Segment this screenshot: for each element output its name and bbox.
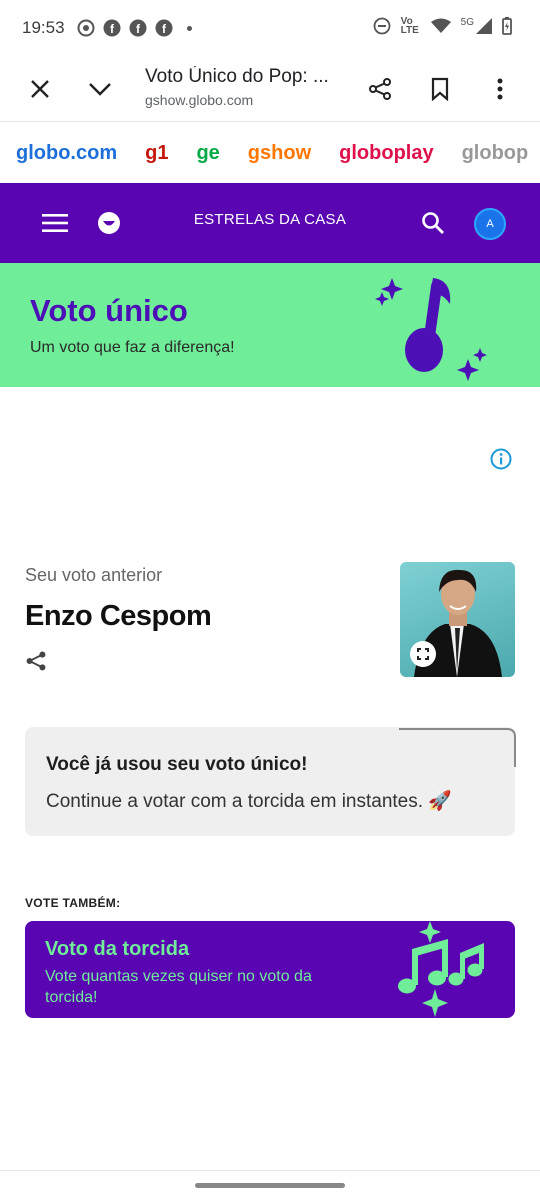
expand-photo-button[interactable] [410,641,436,667]
notice-message: Continue a votar com a torcida em instan… [46,791,452,812]
brand-link-gshow[interactable]: gshow [248,142,311,165]
torcida-card-title: Voto da torcida [45,938,190,960]
user-avatar[interactable]: A [474,208,506,240]
status-bar: 19:53 f f f Vo LTE 5G [0,0,540,56]
whatsapp-icon [77,19,95,37]
vote-also-label: VOTE TAMBÉM: [25,896,121,910]
brand-link-g1[interactable]: g1 [145,142,168,165]
facebook-icon: f [129,19,147,37]
page-url: gshow.globo.com [145,92,254,108]
do-not-disturb-icon [373,17,391,35]
search-button[interactable] [421,211,445,240]
info-icon [490,448,512,470]
section-title: ESTRELAS DA CASA [193,211,347,228]
share-icon [369,78,391,100]
more-vertical-icon [497,78,503,100]
candidate-name: Enzo Cespom [25,600,212,632]
expand-icon [417,648,429,660]
brand-link-globoplay-partial[interactable]: globop [462,142,529,165]
system-icons: Vo LTE 5G [373,16,512,36]
notification-icons: f f f [77,19,192,37]
share-button[interactable] [360,69,400,109]
ad-info-button[interactable] [490,448,512,475]
battery-icon [502,17,512,35]
gesture-navigation-bar[interactable] [195,1183,345,1188]
music-note-icon [375,278,487,381]
facebook-icon: f [155,19,173,37]
torcida-card-text: Vote quantas vezes quiser no voto da tor… [45,968,312,1006]
candidate-photo[interactable] [400,562,515,677]
share-vote-button[interactable] [25,650,47,677]
wifi-icon [430,18,451,33]
share-icon [26,651,46,671]
chevron-down-icon [89,83,111,96]
minimize-button[interactable] [80,69,120,109]
progress-corner-indicator [399,728,516,767]
brand-links: globo.com g1 ge gshow globoplay globop [0,123,540,183]
bookmark-button[interactable] [420,69,460,109]
voto-unico-banner: Voto único Um voto que faz a diferença! [0,263,540,387]
previous-vote-label: Seu voto anterior [25,565,163,585]
browser-toolbar: Voto Único do Pop: ... gshow.globo.com [0,56,540,122]
network-label: 5G [460,16,474,28]
lte-label: Vo LTE [400,16,419,36]
brand-link-globo[interactable]: globo.com [16,142,117,165]
close-button[interactable] [20,69,60,109]
banner-title: Voto único [30,293,188,328]
vote-used-notice: Você já usou seu voto único! Continue a … [25,727,516,836]
music-notes-icon [398,921,484,1017]
more-options-button[interactable] [480,69,520,109]
bottom-divider [0,1170,540,1171]
voto-da-torcida-card[interactable]: Voto da torcida Vote quantas vezes quise… [25,921,515,1018]
notice-title: Você já usou seu voto único! [46,754,308,775]
brand-link-globoplay[interactable]: globoplay [339,142,433,165]
facebook-icon: f [103,19,121,37]
page-title: Voto Único do Pop: ... [145,66,329,87]
site-header: ESTRELAS DA CASA [0,183,540,263]
bookmark-icon [431,77,449,101]
brand-link-ge[interactable]: ge [196,142,219,165]
status-time: 19:53 [22,18,65,37]
more-notifications-dot [186,25,192,31]
close-icon [31,80,49,98]
search-icon [422,212,444,234]
banner-subtitle: Um voto que faz a diferença! [30,339,235,356]
signal-icon [476,18,492,34]
page-title-area[interactable]: Voto Único do Pop: ... gshow.globo.com [145,66,345,108]
